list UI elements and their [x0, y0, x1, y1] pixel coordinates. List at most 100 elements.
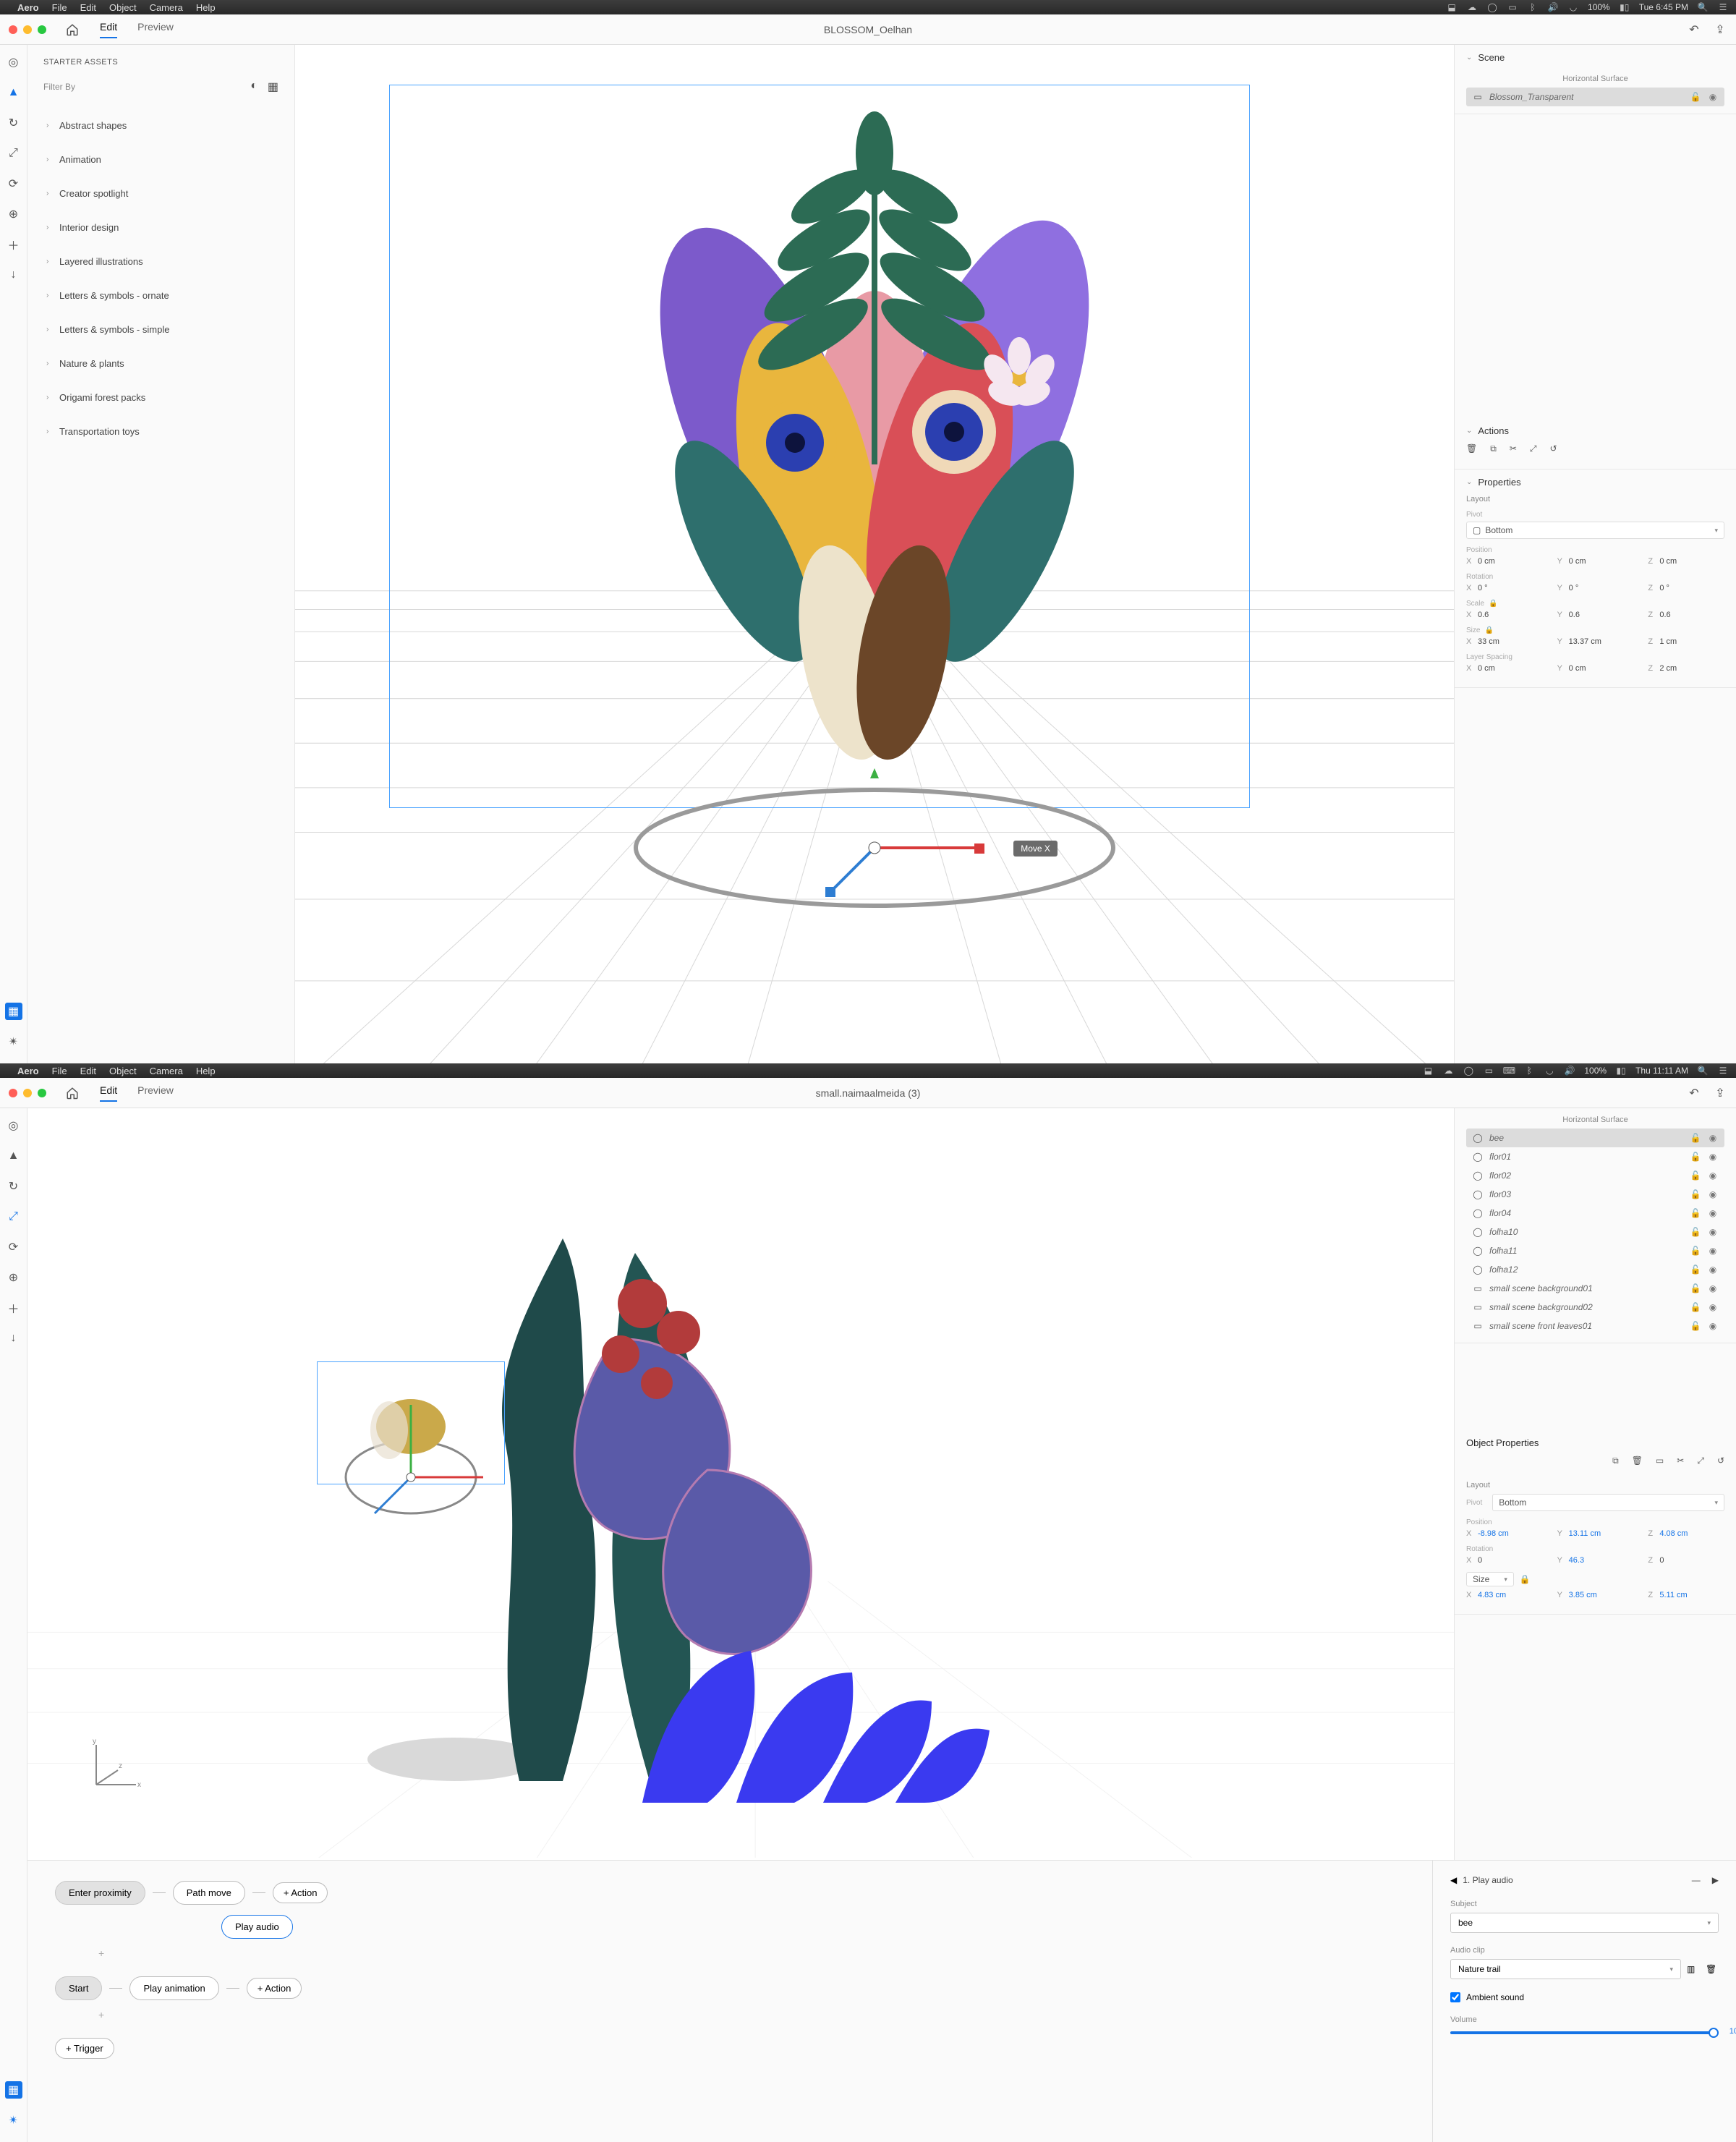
undo-button[interactable]: ↶	[1687, 1086, 1701, 1100]
bee-object[interactable]	[317, 1361, 505, 1550]
mode-preview[interactable]: Preview	[137, 21, 174, 38]
size-lock-icon[interactable]: 🔒	[1520, 1574, 1531, 1584]
filter-sort-icon[interactable]: ◐	[250, 80, 258, 94]
scene-item[interactable]: ◯ flor03 🔓 ◉	[1466, 1185, 1724, 1204]
position-z[interactable]: Z0 cm	[1648, 557, 1724, 566]
wifi-icon[interactable]: ◡	[1544, 1065, 1555, 1076]
visibility-icon[interactable]: ◉	[1707, 1265, 1719, 1275]
cut-icon[interactable]: ✂	[1677, 1455, 1684, 1466]
duplicate-icon[interactable]: ▭	[1656, 1455, 1664, 1466]
home-button[interactable]	[65, 1086, 80, 1100]
add-trigger-button[interactable]: + Trigger	[55, 2038, 114, 2059]
size-z[interactable]: Z1 cm	[1648, 637, 1724, 646]
reset-icon[interactable]: ↺	[1717, 1455, 1724, 1466]
import-audio-icon[interactable]: ▥	[1687, 1964, 1700, 1974]
add-parallel-action[interactable]: +	[55, 1947, 1405, 1959]
battery-icon[interactable]: ▮▯	[1619, 1, 1630, 13]
dropbox-icon[interactable]: ⬓	[1422, 1065, 1434, 1076]
pan-tool-icon[interactable]: ⊕	[5, 205, 22, 223]
menubar-clock[interactable]: Thu 11:11 AM	[1635, 1066, 1688, 1076]
step-back-icon[interactable]: ◀	[1450, 1875, 1457, 1885]
scene-item[interactable]: ◯ folha12 🔓 ◉	[1466, 1260, 1724, 1279]
category-creator-spotlight[interactable]: ›Creator spotlight	[43, 177, 278, 211]
menu-object[interactable]: Object	[109, 2, 137, 13]
position-y[interactable]: Y13.11 cm	[1557, 1529, 1634, 1538]
app-menu[interactable]: Aero	[17, 2, 39, 13]
display-icon[interactable]: ▭	[1483, 1065, 1494, 1076]
menu-edit[interactable]: Edit	[80, 1066, 96, 1076]
layer-spacing-z[interactable]: Z2 cm	[1648, 664, 1724, 673]
category-transportation-toys[interactable]: ›Transportation toys	[43, 415, 278, 449]
visibility-icon[interactable]: ◉	[1707, 1208, 1719, 1218]
visibility-icon[interactable]: ◉	[1707, 92, 1719, 102]
menu-file[interactable]: File	[52, 2, 67, 13]
add-action-button[interactable]: + Action	[247, 1978, 302, 1999]
size-x[interactable]: X33 cm	[1466, 637, 1543, 646]
category-interior-design[interactable]: ›Interior design	[43, 211, 278, 245]
menubar-clock[interactable]: Tue 6:45 PM	[1639, 2, 1688, 12]
spotlight-icon[interactable]: 🔍	[1697, 1065, 1709, 1076]
scene-item-blossom[interactable]: ▭ Blossom_Transparent 🔓 ◉	[1466, 88, 1724, 106]
rotation-x[interactable]: X0	[1466, 1556, 1543, 1565]
category-letters-ornate[interactable]: ›Letters & symbols - ornate	[43, 279, 278, 313]
size-lock-icon[interactable]: 🔒	[1484, 626, 1494, 634]
scene-item[interactable]: ◯ folha11 🔓 ◉	[1466, 1241, 1724, 1260]
visibility-icon[interactable]: ◉	[1707, 1189, 1719, 1199]
pivot-dropdown[interactable]: Bottom▾	[1492, 1494, 1724, 1511]
actions-section-toggle[interactable]: ⌄Actions	[1466, 425, 1724, 436]
visibility-icon[interactable]: ◉	[1707, 1152, 1719, 1162]
menu-object[interactable]: Object	[109, 1066, 137, 1076]
volume-icon[interactable]: 🔊	[1564, 1065, 1575, 1076]
subject-dropdown[interactable]: bee▾	[1450, 1913, 1719, 1933]
size-z[interactable]: Z5.11 cm	[1648, 1591, 1724, 1599]
ambient-sound-checkbox[interactable]	[1450, 1992, 1460, 2002]
lock-icon[interactable]: 🔓	[1690, 92, 1701, 102]
viewport-3d[interactable]: Move X	[295, 45, 1454, 1063]
visibility-icon[interactable]: ◉	[1707, 1133, 1719, 1143]
menu-camera[interactable]: Camera	[150, 2, 183, 13]
lock-icon[interactable]: 🔓	[1690, 1265, 1701, 1275]
collapse-icon[interactable]: —	[1692, 1875, 1701, 1885]
size-mode-dropdown[interactable]: Size▾	[1466, 1572, 1514, 1586]
category-origami-forest[interactable]: ›Origami forest packs	[43, 381, 278, 415]
window-zoom-button[interactable]	[38, 25, 46, 34]
add-tool-icon[interactable]: ＋	[5, 1299, 22, 1317]
trigger-start[interactable]: Start	[55, 1976, 102, 2000]
scene-item[interactable]: ◯ bee 🔓 ◉	[1466, 1129, 1724, 1147]
size-x[interactable]: X4.83 cm	[1466, 1591, 1543, 1599]
position-z[interactable]: Z4.08 cm	[1648, 1529, 1724, 1538]
lock-icon[interactable]: 🔓	[1690, 1133, 1701, 1143]
display-icon[interactable]: ▭	[1507, 1, 1518, 13]
home-button[interactable]	[65, 22, 80, 37]
import-tool-icon[interactable]: ↓	[5, 266, 22, 284]
scale-z[interactable]: Z0.6	[1648, 611, 1724, 619]
category-nature-plants[interactable]: ›Nature & plants	[43, 347, 278, 381]
menu-camera[interactable]: Camera	[150, 1066, 183, 1076]
cloud-sync-icon[interactable]: ☁	[1466, 1, 1478, 13]
rotation-x[interactable]: X0 °	[1466, 584, 1543, 592]
scene-item[interactable]: ◯ flor04 🔓 ◉	[1466, 1204, 1724, 1223]
duplicate-action-icon[interactable]: ⧉	[1490, 443, 1497, 454]
scene-section-toggle[interactable]: ⌄Scene	[1466, 52, 1724, 63]
category-layered-illustrations[interactable]: ›Layered illustrations	[43, 245, 278, 279]
menu-file[interactable]: File	[52, 1066, 67, 1076]
scale-lock-icon[interactable]: 🔒	[1489, 600, 1499, 608]
creative-cloud-icon[interactable]: ◯	[1486, 1, 1498, 13]
action-play-audio[interactable]: Play audio	[221, 1915, 293, 1939]
lock-icon[interactable]: 🔓	[1690, 1302, 1701, 1312]
behaviors-panel-icon[interactable]: ✴	[5, 2112, 22, 2129]
scene-item[interactable]: ▭ small scene background01 🔓 ◉	[1466, 1279, 1724, 1298]
lock-icon[interactable]: 🔓	[1690, 1283, 1701, 1293]
scale-y[interactable]: Y0.6	[1557, 611, 1634, 619]
notification-center-icon[interactable]: ☰	[1717, 1, 1729, 13]
action-path-move[interactable]: Path move	[173, 1881, 245, 1905]
menu-help[interactable]: Help	[196, 2, 216, 13]
visibility-icon[interactable]: ◉	[1707, 1283, 1719, 1293]
orbit-tool-icon[interactable]: ⟳	[5, 1238, 22, 1256]
pan-tool-icon[interactable]: ⊕	[5, 1269, 22, 1286]
lock-icon[interactable]: 🔓	[1690, 1152, 1701, 1162]
visibility-icon[interactable]: ◉	[1707, 1321, 1719, 1331]
bluetooth-icon[interactable]: ᛒ	[1523, 1065, 1535, 1076]
properties-section-toggle[interactable]: ⌄Properties	[1466, 477, 1724, 488]
menu-help[interactable]: Help	[196, 1066, 216, 1076]
